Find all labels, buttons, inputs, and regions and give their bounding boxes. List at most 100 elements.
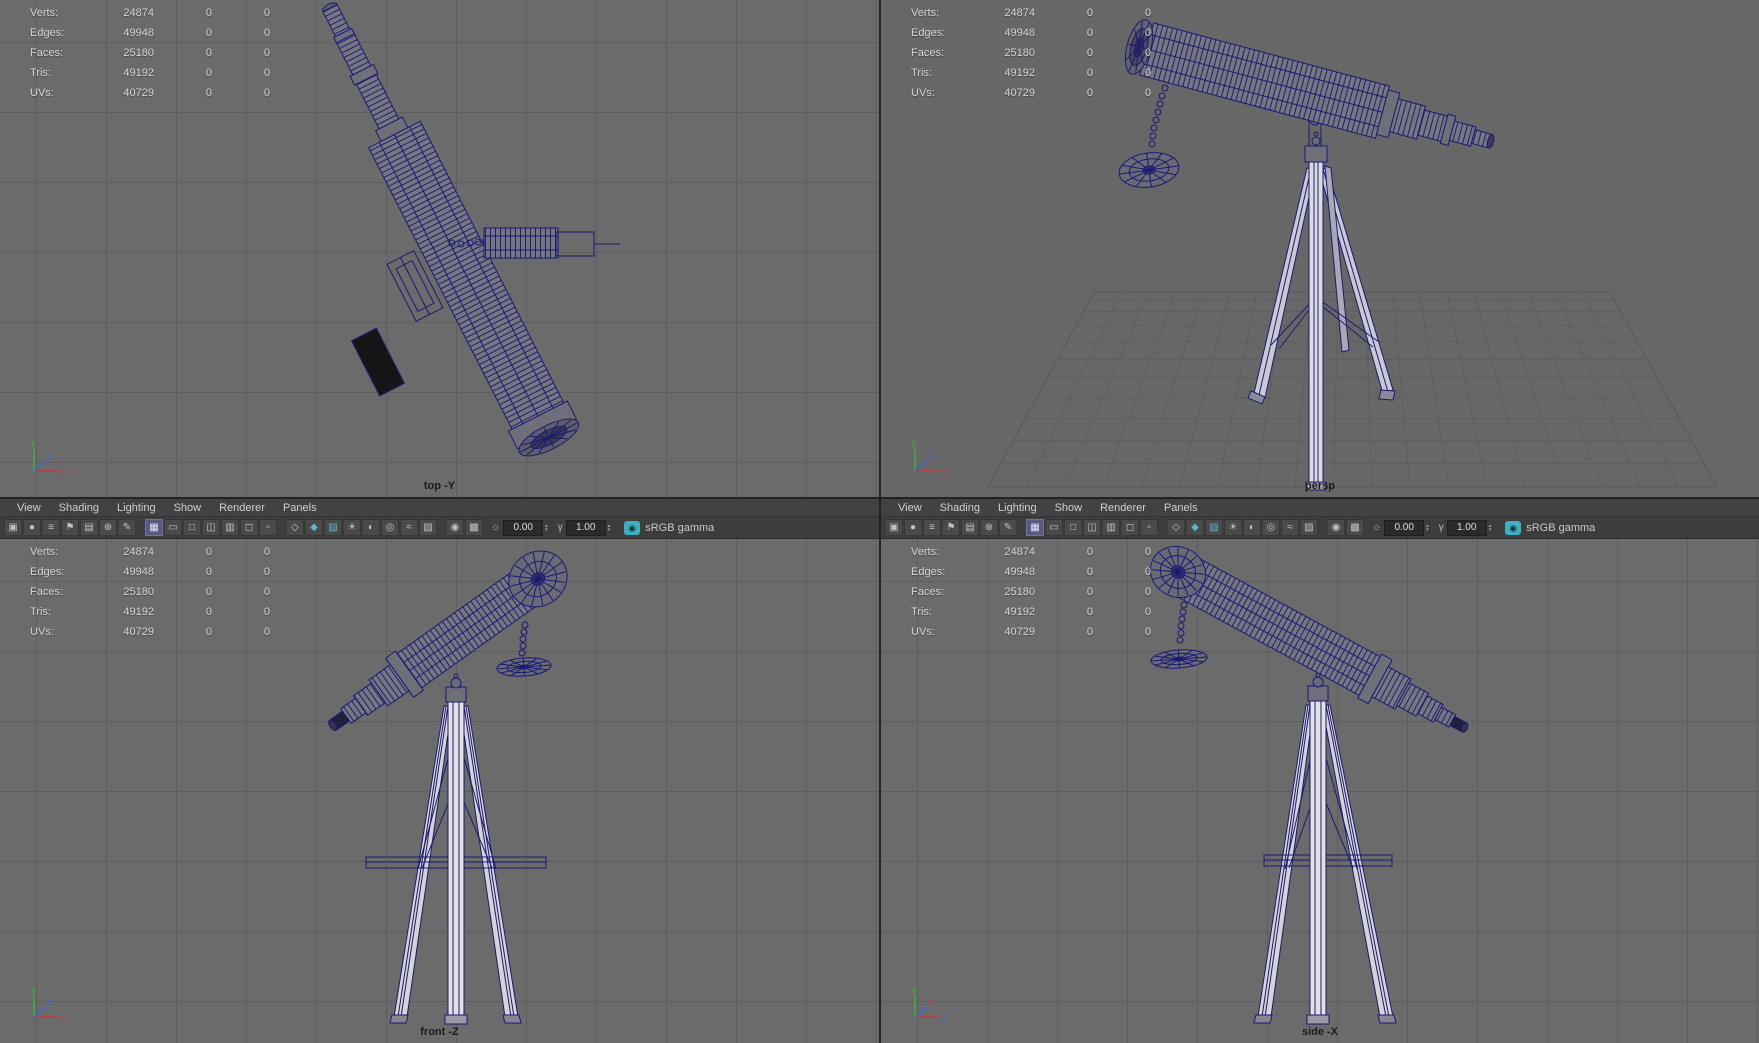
gate-mask-icon[interactable]: ◫ [1083, 519, 1101, 536]
use-all-lights-icon[interactable]: ☀ [343, 519, 361, 536]
menu-item[interactable]: Panels [274, 501, 326, 515]
image-plane-icon[interactable]: ▤ [80, 519, 98, 536]
exposure-icon[interactable]: ☼ [491, 522, 500, 533]
menu-item[interactable]: View [8, 501, 50, 515]
spinner-down-icon[interactable]: ▾ [545, 527, 548, 532]
color-management-icon[interactable]: ◉ [624, 520, 641, 535]
anti-alias-icon[interactable]: ▧ [419, 519, 437, 536]
exposure-icon[interactable]: ☼ [1372, 522, 1381, 533]
hud-row: Edges: 49948 0 0 [911, 566, 1151, 578]
toolbar-separator[interactable] [137, 519, 144, 536]
isolate-select-icon[interactable]: ◉ [1327, 519, 1345, 536]
viewport-side[interactable]: Verts: 24874 0 0 Edges: 49948 0 0 Faces: [881, 539, 1759, 1043]
exposure-field[interactable]: 0.00 [503, 519, 544, 536]
gamma-spinner[interactable]: ▴ ▾ [1489, 523, 1492, 532]
toolbar-separator[interactable] [1319, 519, 1326, 536]
film-gate-icon[interactable]: ▭ [164, 519, 182, 536]
exposure-spinner[interactable]: ▴ ▾ [1426, 523, 1429, 532]
spinner-down-icon[interactable]: ▾ [1489, 527, 1492, 532]
shadows-icon[interactable]: ◐ [1243, 519, 1261, 536]
color-management-label[interactable]: sRGB gamma [1526, 522, 1595, 534]
menu-item[interactable]: Lighting [989, 501, 1046, 515]
film-gate-icon[interactable]: ▭ [1045, 519, 1063, 536]
menu-item[interactable]: Renderer [1091, 501, 1155, 515]
grid-icon[interactable]: ▦ [145, 519, 163, 536]
toolbar-separator[interactable] [1018, 519, 1025, 536]
x-ray-icon[interactable]: ▩ [1346, 519, 1364, 536]
resolution-gate-icon[interactable]: □ [1064, 519, 1082, 536]
wireframe-icon[interactable]: ◇ [286, 519, 304, 536]
toolbar-separator[interactable] [278, 519, 285, 536]
x-ray-icon[interactable]: ▩ [465, 519, 483, 536]
axis-gizmo[interactable]: y x z [22, 983, 68, 1029]
shaded-icon[interactable]: ◆ [305, 519, 323, 536]
color-management-label[interactable]: sRGB gamma [645, 522, 714, 534]
hud-stat-value: 49948 [1004, 566, 1035, 578]
menu-item[interactable]: Shading [50, 501, 108, 515]
wireframe-icon[interactable]: ◇ [1167, 519, 1185, 536]
toolbar-separator[interactable] [438, 519, 445, 536]
menu-item[interactable]: Panels [1155, 501, 1207, 515]
gamma-icon[interactable]: γ [1439, 522, 1444, 533]
exposure-spinner[interactable]: ▴ ▾ [545, 523, 548, 532]
axis-gizmo[interactable]: y x z [22, 437, 68, 483]
axis-gizmo[interactable]: y x z [903, 437, 949, 483]
field-chart-icon[interactable]: ▥ [1102, 519, 1120, 536]
gamma-field[interactable]: 1.00 [1446, 519, 1487, 536]
ambient-occlusion-icon[interactable]: ◎ [1262, 519, 1280, 536]
isolate-select-icon[interactable]: ◉ [446, 519, 464, 536]
camera-attributes-icon[interactable]: ≡ [42, 519, 60, 536]
axis-gizmo[interactable]: y z x [903, 983, 949, 1029]
textured-icon[interactable]: ▨ [324, 519, 342, 536]
telescope-model [328, 550, 568, 1025]
viewport-top[interactable]: Verts: 24874 0 0 Edges: 49948 0 0 Faces:… [0, 0, 879, 497]
gamma-icon[interactable]: γ [558, 522, 563, 533]
safe-title-icon[interactable]: ▫ [1140, 519, 1158, 536]
shaded-icon[interactable]: ◆ [1186, 519, 1204, 536]
toolbar-separator[interactable] [1159, 519, 1166, 536]
hud-row: Edges: 49948 0 0 [911, 27, 1151, 39]
2d-pan-zoom-icon[interactable]: ⊕ [980, 519, 998, 536]
grease-pencil-icon[interactable]: ✎ [118, 519, 136, 536]
spinner-down-icon[interactable]: ▾ [1426, 527, 1429, 532]
menu-item[interactable]: View [889, 501, 931, 515]
viewport-persp[interactable]: Verts: 24874 0 0 Edges: 49948 0 0 Faces:… [881, 0, 1759, 497]
shadows-icon[interactable]: ◐ [362, 519, 380, 536]
menu-item[interactable]: Show [1046, 501, 1092, 515]
grid-icon[interactable]: ▦ [1026, 519, 1044, 536]
gamma-spinner[interactable]: ▴ ▾ [608, 523, 611, 532]
resolution-gate-icon[interactable]: □ [183, 519, 201, 536]
anti-alias-icon[interactable]: ▧ [1300, 519, 1318, 536]
bookmark-icon[interactable]: ⚑ [942, 519, 960, 536]
select-camera-icon[interactable]: ▣ [4, 519, 22, 536]
select-camera-icon[interactable]: ▣ [885, 519, 903, 536]
image-plane-icon[interactable]: ▤ [961, 519, 979, 536]
camera-attributes-icon[interactable]: ≡ [923, 519, 941, 536]
ambient-occlusion-icon[interactable]: ◎ [381, 519, 399, 536]
field-chart-icon[interactable]: ▥ [221, 519, 239, 536]
motion-blur-icon[interactable]: ≈ [1281, 519, 1299, 536]
menu-item[interactable]: Renderer [210, 501, 274, 515]
menu-item[interactable]: Lighting [108, 501, 165, 515]
lock-camera-icon[interactable]: ● [904, 519, 922, 536]
menu-item[interactable]: Show [165, 501, 211, 515]
spinner-down-icon[interactable]: ▾ [608, 527, 611, 532]
use-all-lights-icon[interactable]: ☀ [1224, 519, 1242, 536]
menu-item[interactable]: Shading [931, 501, 989, 515]
motion-blur-icon[interactable]: ≈ [400, 519, 418, 536]
hud-stat-value: 0 [1144, 27, 1151, 39]
safe-action-icon[interactable]: ◻ [240, 519, 258, 536]
viewport-front[interactable]: Verts: 24874 0 0 Edges: 49948 0 0 Faces: [0, 539, 879, 1043]
hud-stat-label: Verts: [911, 7, 940, 19]
exposure-field[interactable]: 0.00 [1384, 519, 1425, 536]
gamma-field[interactable]: 1.00 [565, 519, 606, 536]
safe-action-icon[interactable]: ◻ [1121, 519, 1139, 536]
safe-title-icon[interactable]: ▫ [259, 519, 277, 536]
2d-pan-zoom-icon[interactable]: ⊕ [99, 519, 117, 536]
gate-mask-icon[interactable]: ◫ [202, 519, 220, 536]
grease-pencil-icon[interactable]: ✎ [999, 519, 1017, 536]
bookmark-icon[interactable]: ⚑ [61, 519, 79, 536]
lock-camera-icon[interactable]: ● [23, 519, 41, 536]
textured-icon[interactable]: ▨ [1205, 519, 1223, 536]
color-management-icon[interactable]: ◉ [1505, 520, 1522, 535]
